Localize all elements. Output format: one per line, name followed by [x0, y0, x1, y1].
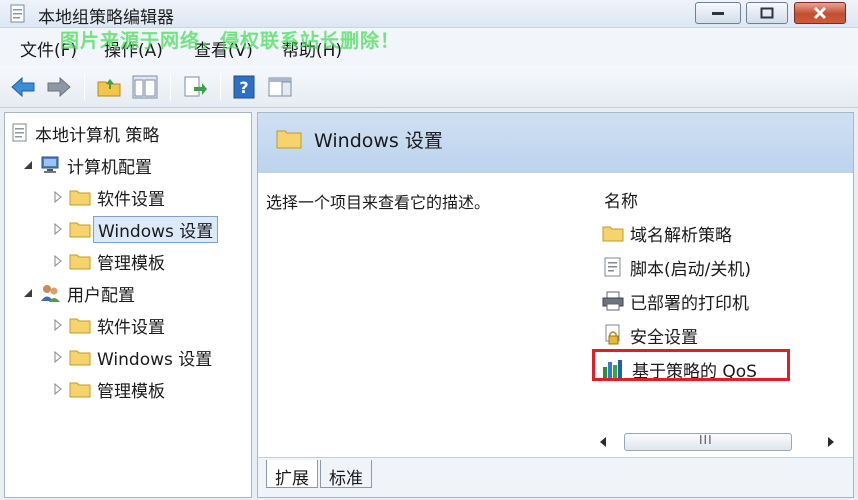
list-item-label: 域名解析策略 [630, 225, 732, 246]
folder-icon [69, 222, 91, 238]
tree-label: 软件设置 [97, 189, 165, 210]
menu-view[interactable]: 查看(V) [194, 36, 253, 61]
horizontal-scrollbar[interactable]: III [596, 431, 836, 453]
item-list: 名称 域名解析策略 脚本(启动/关机) 已部署的打印机 安全设置 基于策略的 Q… [594, 173, 852, 463]
tree-item-root[interactable]: 本地计算机 策略 [11, 119, 159, 147]
tree-item-computer-config[interactable]: 计算机配置 [21, 151, 152, 179]
folder-icon [69, 318, 91, 334]
close-button[interactable] [794, 2, 846, 24]
show-hide-tree-icon[interactable] [132, 75, 158, 99]
tree-item-computer-software[interactable]: 软件设置 [51, 183, 165, 211]
policy-document-icon [12, 123, 27, 142]
qos-bar-chart-icon [603, 360, 622, 378]
tree-label: 管理模板 [97, 253, 165, 274]
expanded-triangle-icon[interactable] [21, 158, 35, 172]
folder-icon [69, 350, 91, 366]
folder-icon [69, 382, 91, 398]
tree-label: Windows 设置 [93, 215, 219, 243]
scrollbar-grip: III [699, 433, 713, 447]
view-tabs: 扩展 标准 [258, 457, 853, 497]
printer-icon [602, 291, 624, 311]
scrollbar-thumb[interactable]: III [624, 433, 792, 451]
maximize-icon [760, 7, 774, 19]
collapsed-triangle-icon[interactable] [51, 190, 65, 204]
collapsed-triangle-icon[interactable] [51, 382, 65, 396]
console-tree: 本地计算机 策略 计算机配置 软件设置 Windows 设置 管理模板 用户配置… [4, 112, 252, 498]
list-item-scripts[interactable]: 脚本(启动/关机) [602, 253, 751, 281]
tree-label: 用户配置 [67, 285, 135, 306]
details-title: Windows 设置 [314, 130, 443, 152]
tree-label: 本地计算机 策略 [35, 125, 160, 146]
list-item-security-settings[interactable]: 安全设置 [602, 321, 698, 349]
list-item-policy-based-qos[interactable]: 基于策略的 QoS [602, 355, 757, 383]
collapsed-triangle-icon[interactable] [51, 350, 65, 364]
details-header: Windows 设置 [258, 113, 853, 173]
tab-standard[interactable]: 标准 [320, 460, 372, 489]
tab-extended[interactable]: 扩展 [266, 460, 318, 489]
minimize-icon [712, 12, 724, 15]
menu-help[interactable]: 帮助(H) [282, 36, 342, 61]
tree-item-user-windows[interactable]: Windows 设置 [51, 343, 212, 371]
tree-label: Windows 设置 [97, 349, 213, 370]
svg-text:?: ? [239, 78, 248, 97]
details-pane: Windows 设置 选择一个项目来查看它的描述。 名称 域名解析策略 脚本(启… [257, 112, 854, 498]
tree-item-user-admin-templates[interactable]: 管理模板 [51, 375, 165, 403]
collapsed-triangle-icon[interactable] [51, 254, 65, 268]
collapsed-triangle-icon[interactable] [51, 222, 65, 236]
title-bar: 本地组策略编辑器 [0, 0, 858, 28]
users-icon [41, 285, 60, 302]
up-folder-icon[interactable] [96, 75, 122, 99]
scroll-right-icon[interactable] [826, 436, 836, 448]
menu-action[interactable]: 操作(A) [104, 36, 163, 61]
window-title: 本地组策略编辑器 [38, 8, 174, 28]
menu-bar: 文件(F) 操作(A) 查看(V) 帮助(H) [0, 28, 858, 66]
list-item-deployed-printers[interactable]: 已部署的打印机 [602, 287, 749, 315]
list-item-label: 脚本(启动/关机) [630, 259, 751, 280]
scroll-left-icon[interactable] [598, 436, 608, 448]
collapsed-triangle-icon[interactable] [51, 318, 65, 332]
list-item-label: 已部署的打印机 [630, 293, 749, 314]
list-item-name-resolution-policy[interactable]: 域名解析策略 [602, 219, 732, 247]
tree-label: 管理模板 [97, 381, 165, 402]
tree-label: 计算机配置 [67, 157, 152, 178]
back-arrow-icon[interactable] [10, 75, 36, 99]
tree-item-computer-windows[interactable]: Windows 设置 [51, 215, 219, 243]
help-icon[interactable]: ? [232, 75, 258, 99]
list-item-label: 安全设置 [630, 327, 698, 348]
maximize-button[interactable] [746, 2, 788, 24]
minimize-button[interactable] [695, 2, 741, 24]
column-header-name[interactable]: 名称 [604, 187, 638, 212]
tree-item-user-config[interactable]: 用户配置 [21, 279, 135, 307]
tree-item-user-software[interactable]: 软件设置 [51, 311, 165, 339]
tree-label: 软件设置 [97, 317, 165, 338]
script-icon [604, 257, 621, 277]
description-text: 选择一个项目来查看它的描述。 [266, 193, 491, 212]
security-lock-icon [605, 324, 620, 345]
close-icon [813, 6, 827, 20]
menu-file[interactable]: 文件(F) [20, 36, 77, 61]
folder-icon [69, 254, 91, 270]
folder-icon [69, 190, 91, 206]
folder-icon [276, 130, 302, 149]
computer-icon [41, 156, 59, 173]
toolbar: ? [0, 66, 858, 108]
app-policy-icon [10, 4, 25, 23]
list-item-label: 基于策略的 QoS [632, 361, 757, 382]
folder-icon [602, 226, 624, 242]
expanded-triangle-icon[interactable] [21, 286, 35, 300]
tree-item-computer-admin-templates[interactable]: 管理模板 [51, 247, 165, 275]
export-list-icon[interactable] [182, 75, 208, 99]
action-pane-icon[interactable] [268, 75, 294, 99]
forward-arrow-icon[interactable] [46, 75, 72, 99]
